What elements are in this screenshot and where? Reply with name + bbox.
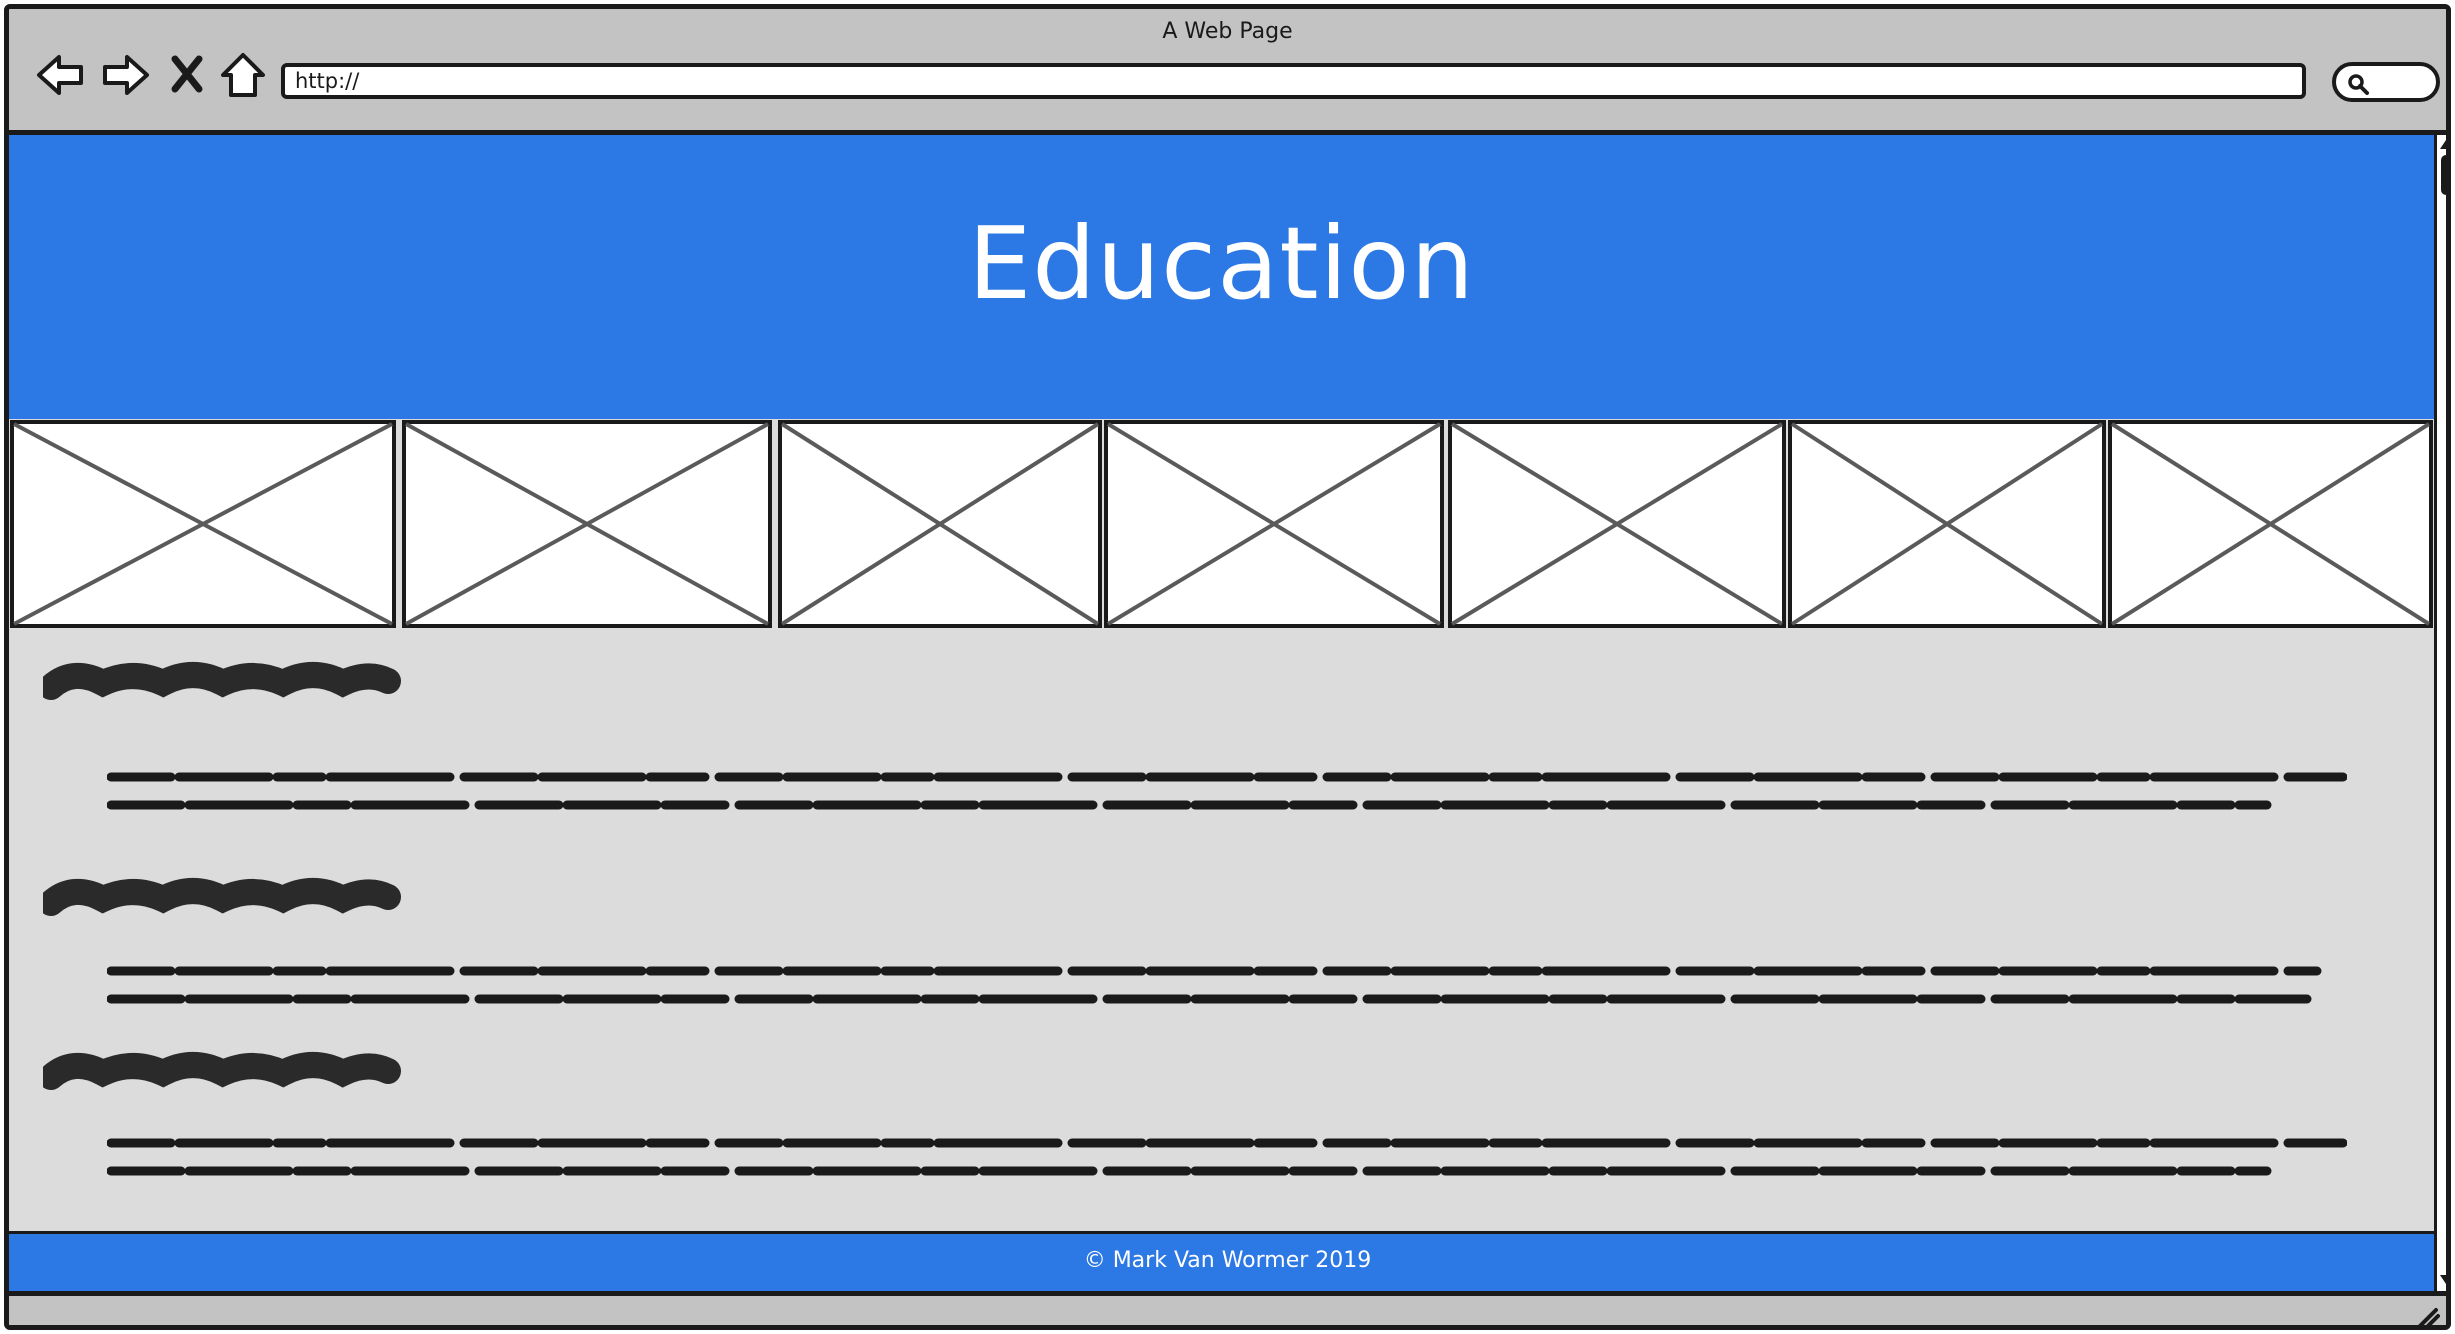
forward-arrow-icon[interactable] (99, 49, 151, 101)
section-heading-scribble (43, 1052, 401, 1090)
search-button[interactable] (2332, 62, 2440, 102)
section-paragraph-scribble (107, 772, 2347, 810)
image-placeholder (10, 420, 396, 628)
image-placeholder (1448, 420, 1786, 628)
back-arrow-icon[interactable] (35, 49, 87, 101)
search-icon (2348, 74, 2369, 95)
hero-banner: Education (9, 135, 2434, 419)
section-paragraph-scribble (107, 966, 2322, 1004)
image-placeholder (2108, 420, 2433, 628)
page-viewport: Education (9, 135, 2434, 1231)
vertical-scrollbar[interactable] (2434, 135, 2451, 1291)
browser-toolbar: A Web Page (9, 9, 2446, 135)
page-title: Education (968, 205, 1475, 322)
image-placeholder (402, 420, 772, 628)
resize-grip-icon[interactable] (2412, 1304, 2440, 1330)
status-bar (9, 1291, 2446, 1330)
footer-copyright: © Mark Van Wormer 2019 (1083, 1248, 1372, 1273)
scroll-down-icon[interactable] (2438, 1273, 2451, 1287)
close-icon[interactable] (167, 49, 207, 101)
scroll-up-icon[interactable] (2438, 137, 2451, 151)
page-footer: © Mark Van Wormer 2019 (9, 1231, 2446, 1291)
section-heading-scribble (43, 878, 401, 916)
image-placeholder (778, 420, 1102, 628)
scrollbar-thumb[interactable] (2441, 155, 2446, 195)
window-title: A Web Page (1162, 19, 1293, 44)
home-icon[interactable] (217, 49, 269, 101)
image-placeholder (1788, 420, 2106, 628)
browser-window: A Web Page Education (4, 4, 2451, 1330)
section-heading-scribble (43, 662, 401, 700)
image-gallery (9, 419, 2434, 633)
url-input[interactable] (281, 63, 2306, 99)
section-paragraph-scribble (107, 1138, 2347, 1176)
image-placeholder (1104, 420, 1444, 628)
